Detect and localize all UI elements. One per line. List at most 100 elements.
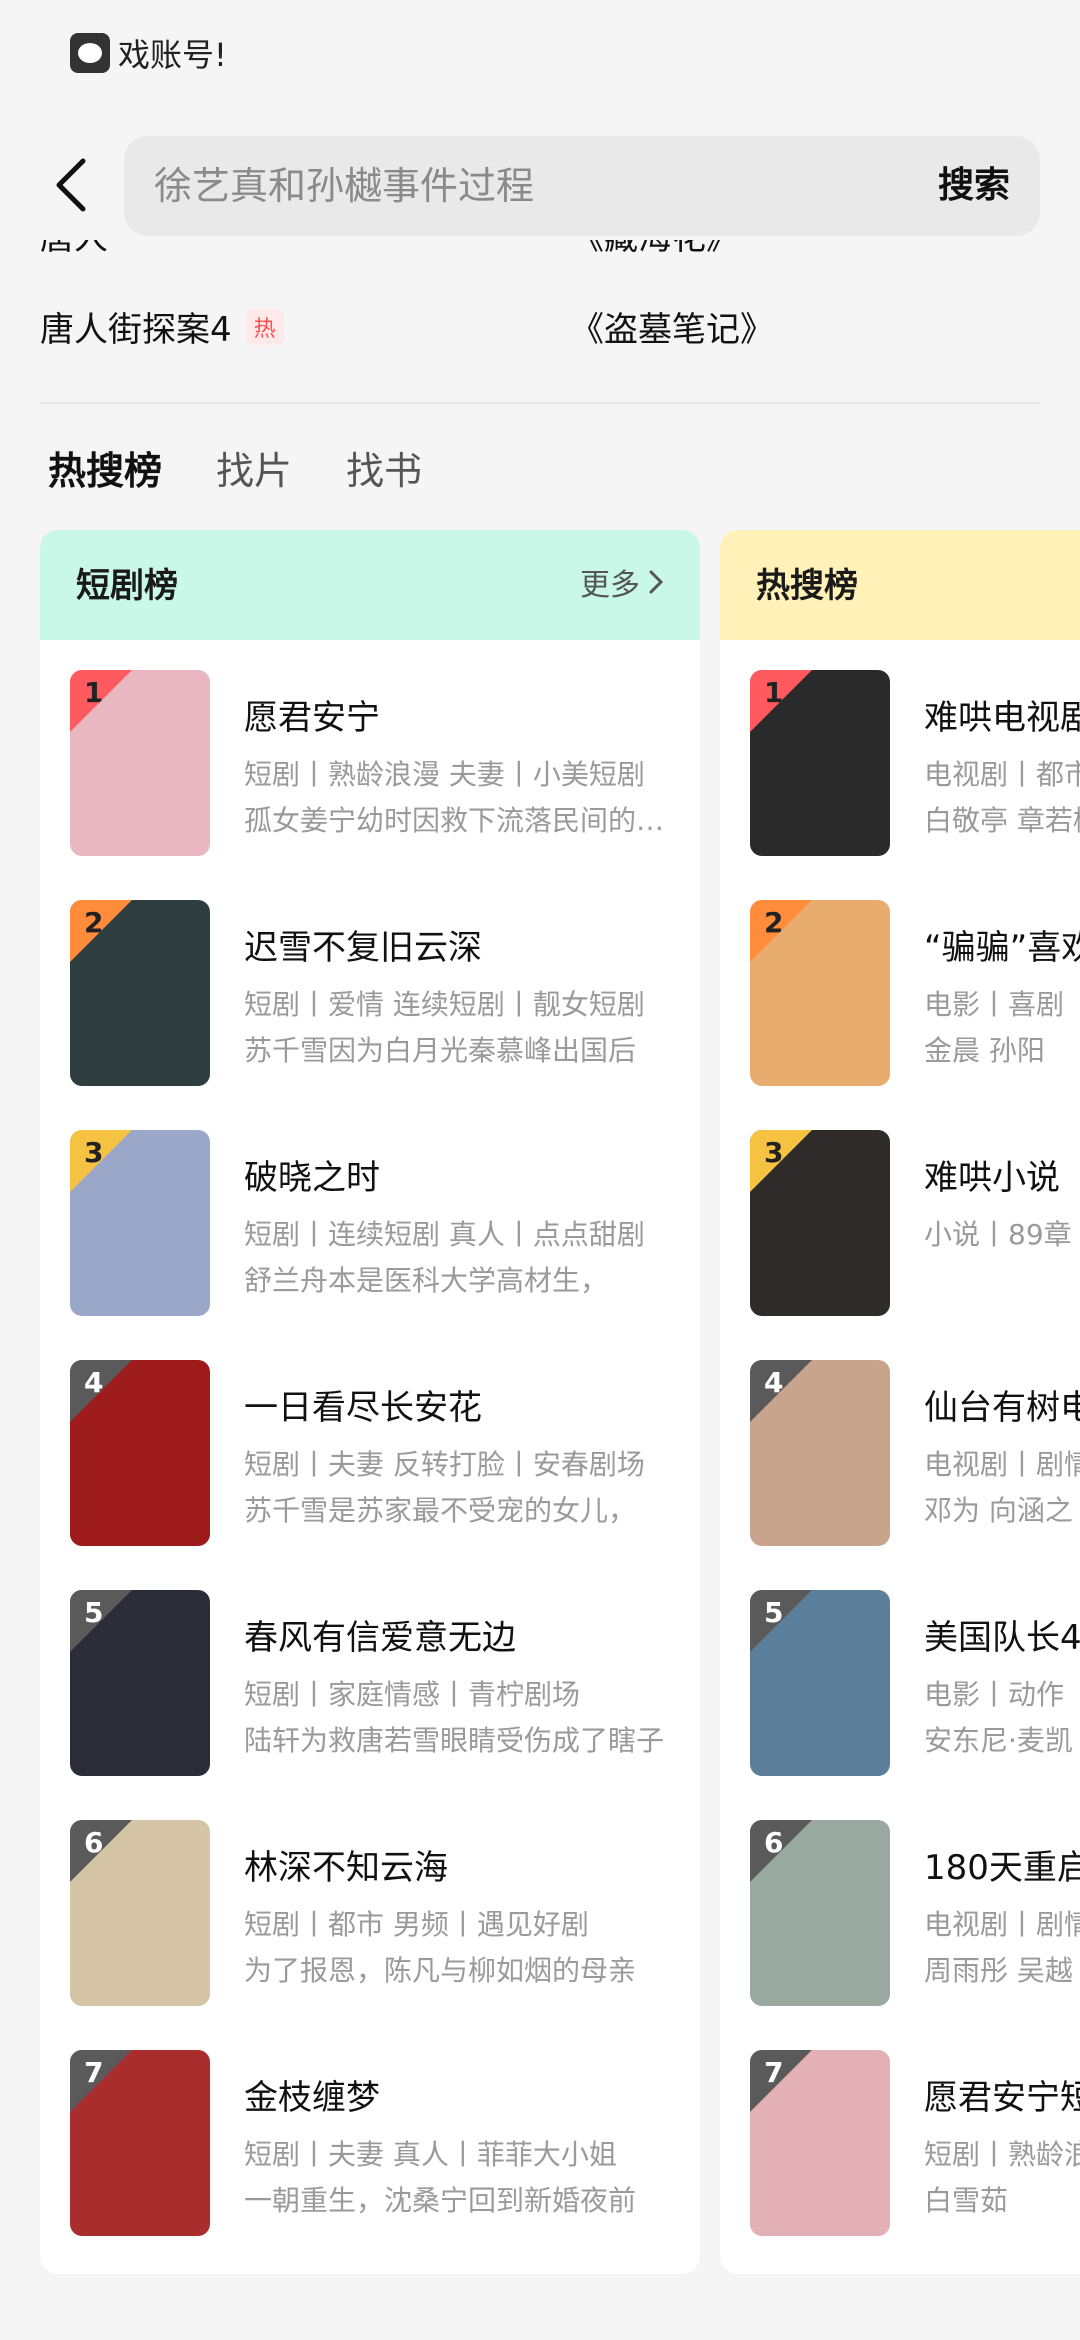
hot-search-list: 唐人 《藏海花》 唐人街探案4 热 《盗墓笔记》 <box>40 240 1040 360</box>
rank-number: 3 <box>764 1136 784 1169</box>
card-header: 短剧榜 更多 <box>40 530 700 640</box>
item-description: 孤女姜宁幼时因救下流落民间的太子 <box>244 804 674 837</box>
item-info: “骗骗”喜欢你电影丨喜剧金晨 孙阳 <box>924 920 1080 1069</box>
ranking-item[interactable]: 7 愿君安宁短剧短剧丨熟龄浪漫白雪茹 <box>750 2050 1080 2236</box>
rank-badge: 5 <box>750 1590 812 1652</box>
item-description: 安东尼·麦凯 <box>924 1724 1073 1757</box>
search-field[interactable]: 徐艺真和孙樾事件过程 搜索 <box>124 136 1040 236</box>
item-description: 白雪茹 <box>924 2184 1009 2217</box>
item-title: 春风有信爱意无边 <box>244 1618 516 1658</box>
card-title: 短剧榜 <box>76 566 178 606</box>
item-description: 一朝重生，沈桑宁回到新婚夜前 <box>244 2184 637 2217</box>
rank-number: 2 <box>84 906 104 939</box>
item-info: 愿君安宁 短剧丨熟龄浪漫 夫妻丨小美短剧 孤女姜宁幼时因救下流落民间的太子 <box>244 690 674 839</box>
item-info: 破晓之时 短剧丨连续短剧 真人丨点点甜剧 舒兰舟本是医科大学高材生， <box>244 1150 674 1299</box>
item-title: 破晓之时 <box>244 1158 380 1198</box>
poster-thumbnail: 4 <box>750 1360 890 1546</box>
item-meta: 短剧丨爱情 连续短剧丨靓女短剧 <box>244 988 645 1021</box>
ranking-item[interactable]: 2 “骗骗”喜欢你电影丨喜剧金晨 孙阳 <box>750 900 1080 1086</box>
status-bar: 戏账号! <box>70 30 227 76</box>
rank-badge: 4 <box>70 1360 132 1422</box>
item-meta: 电影丨动作 <box>924 1678 1065 1711</box>
item-meta: 电视剧丨剧情 <box>924 1448 1080 1481</box>
status-text: 戏账号! <box>118 36 227 74</box>
rank-number: 3 <box>84 1136 104 1169</box>
rank-number: 5 <box>84 1596 104 1629</box>
rank-number: 1 <box>764 676 784 709</box>
ranking-item[interactable]: 1 愿君安宁 短剧丨熟龄浪漫 夫妻丨小美短剧 孤女姜宁幼时因救下流落民间的太子 <box>70 670 700 856</box>
card-title: 热搜榜 <box>756 566 858 606</box>
ranking-item[interactable]: 1 难哄电视剧电视剧丨都市白敬亭 章若楠 <box>750 670 1080 856</box>
poster-thumbnail: 6 <box>750 1820 890 2006</box>
chevron-right-icon <box>649 570 664 594</box>
item-title: 仙台有树电视剧 <box>924 1388 1080 1428</box>
item-info: 难哄电视剧电视剧丨都市白敬亭 章若楠 <box>924 690 1080 839</box>
rank-badge: 7 <box>750 2050 812 2112</box>
item-meta: 短剧丨都市 男频丨遇见好剧 <box>244 1908 589 1941</box>
item-description: 舒兰舟本是医科大学高材生， <box>244 1264 609 1297</box>
item-meta: 电视剧丨都市 <box>924 758 1080 791</box>
item-description: 周雨彤 吴越 <box>924 1954 1073 1987</box>
tab-find-video[interactable]: 找片 <box>216 440 292 495</box>
more-button[interactable]: 更多 <box>580 560 664 604</box>
hot-item-right[interactable]: 《盗墓笔记》 <box>570 302 774 351</box>
hot-item-left[interactable]: 唐人街探案4 热 <box>40 302 284 351</box>
card-header: 热搜榜 <box>720 530 1080 640</box>
ranking-item[interactable]: 7 金枝缠梦 短剧丨夫妻 真人丨菲菲大小姐 一朝重生，沈桑宁回到新婚夜前 <box>70 2050 700 2236</box>
item-meta: 短剧丨熟龄浪漫 夫妻丨小美短剧 <box>244 758 645 791</box>
ranking-item[interactable]: 2 迟雪不复旧云深 短剧丨爱情 连续短剧丨靓女短剧 苏千雪因为白月光秦慕峰出国后 <box>70 900 700 1086</box>
ranking-item[interactable]: 4 一日看尽长安花 短剧丨夫妻 反转打脸丨安春剧场 苏千雪是苏家最不受宠的女儿， <box>70 1360 700 1546</box>
ranking-item[interactable]: 6 林深不知云海 短剧丨都市 男频丨遇见好剧 为了报恩，陈凡与柳如烟的母亲 <box>70 1820 700 2006</box>
item-title: 金枝缠梦 <box>244 2078 380 2118</box>
ranking-item[interactable]: 5 美国队长4 电影丨动作安东尼·麦凯 <box>750 1590 1080 1776</box>
back-button[interactable] <box>40 155 100 215</box>
item-info: 春风有信爱意无边 短剧丨家庭情感丨青柠剧场 陆轩为救唐若雪眼睛受伤成了瞎子 <box>244 1610 674 1759</box>
item-meta: 短剧丨家庭情感丨青柠剧场 <box>244 1678 581 1711</box>
search-input[interactable]: 徐艺真和孙樾事件过程 <box>154 136 534 236</box>
app-icon <box>70 33 110 73</box>
ranking-item[interactable]: 3 破晓之时 短剧丨连续短剧 真人丨点点甜剧 舒兰舟本是医科大学高材生， <box>70 1130 700 1316</box>
item-title: 美国队长4 <box>924 1618 1080 1658</box>
item-description: 邓为 向涵之 <box>924 1494 1073 1527</box>
item-meta: 小说丨89章 <box>924 1218 1072 1251</box>
poster-thumbnail: 5 <box>70 1590 210 1776</box>
hot-badge: 热 <box>245 308 284 345</box>
item-meta: 电影丨喜剧 <box>924 988 1065 1021</box>
chevron-left-icon <box>56 158 86 212</box>
item-meta: 短剧丨熟龄浪漫 <box>924 2138 1080 2171</box>
hot-item-cut-right[interactable]: 《藏海花》 <box>570 240 740 259</box>
item-info: 林深不知云海 短剧丨都市 男频丨遇见好剧 为了报恩，陈凡与柳如烟的母亲 <box>244 1840 674 1989</box>
poster-thumbnail: 3 <box>750 1130 890 1316</box>
rank-number: 2 <box>764 906 784 939</box>
poster-thumbnail: 2 <box>750 900 890 1086</box>
rank-badge: 7 <box>70 2050 132 2112</box>
ranking-item[interactable]: 5 春风有信爱意无边 短剧丨家庭情感丨青柠剧场 陆轩为救唐若雪眼睛受伤成了瞎子 <box>70 1590 700 1776</box>
poster-thumbnail: 1 <box>70 670 210 856</box>
item-info: 难哄小说 小说丨89章 <box>924 1150 1080 1259</box>
poster-thumbnail: 5 <box>750 1590 890 1776</box>
rank-number: 5 <box>764 1596 784 1629</box>
tab-hot-search[interactable]: 热搜榜 <box>48 440 162 495</box>
rank-badge: 3 <box>750 1130 812 1192</box>
hot-item-cut-left[interactable]: 唐人 <box>40 240 108 259</box>
item-title: 迟雪不复旧云深 <box>244 928 482 968</box>
hot-item-label: 唐人街探案4 <box>40 310 232 350</box>
item-info: 仙台有树电视剧电视剧丨剧情邓为 向涵之 <box>924 1380 1080 1529</box>
ranking-item[interactable]: 3 难哄小说 小说丨89章 <box>750 1130 1080 1316</box>
rank-badge: 1 <box>70 670 132 732</box>
item-description: 金晨 孙阳 <box>924 1034 1045 1067</box>
rank-badge: 4 <box>750 1360 812 1422</box>
rank-badge: 6 <box>70 1820 132 1882</box>
ranking-item[interactable]: 6 180天重启计划电视剧丨剧情周雨彤 吴越 <box>750 1820 1080 2006</box>
rank-badge: 5 <box>70 1590 132 1652</box>
poster-thumbnail: 2 <box>70 900 210 1086</box>
ranking-item[interactable]: 4 仙台有树电视剧电视剧丨剧情邓为 向涵之 <box>750 1360 1080 1546</box>
item-title: 一日看尽长安花 <box>244 1388 482 1428</box>
hot-item-label: 《盗墓笔记》 <box>570 310 774 350</box>
search-button[interactable]: 搜索 <box>938 136 1010 236</box>
item-info: 迟雪不复旧云深 短剧丨爱情 连续短剧丨靓女短剧 苏千雪因为白月光秦慕峰出国后 <box>244 920 674 1069</box>
tab-find-book[interactable]: 找书 <box>346 440 422 495</box>
item-title: 愿君安宁短剧 <box>924 2078 1080 2118</box>
item-info: 180天重启计划电视剧丨剧情周雨彤 吴越 <box>924 1840 1080 1989</box>
item-info: 金枝缠梦 短剧丨夫妻 真人丨菲菲大小姐 一朝重生，沈桑宁回到新婚夜前 <box>244 2070 674 2219</box>
